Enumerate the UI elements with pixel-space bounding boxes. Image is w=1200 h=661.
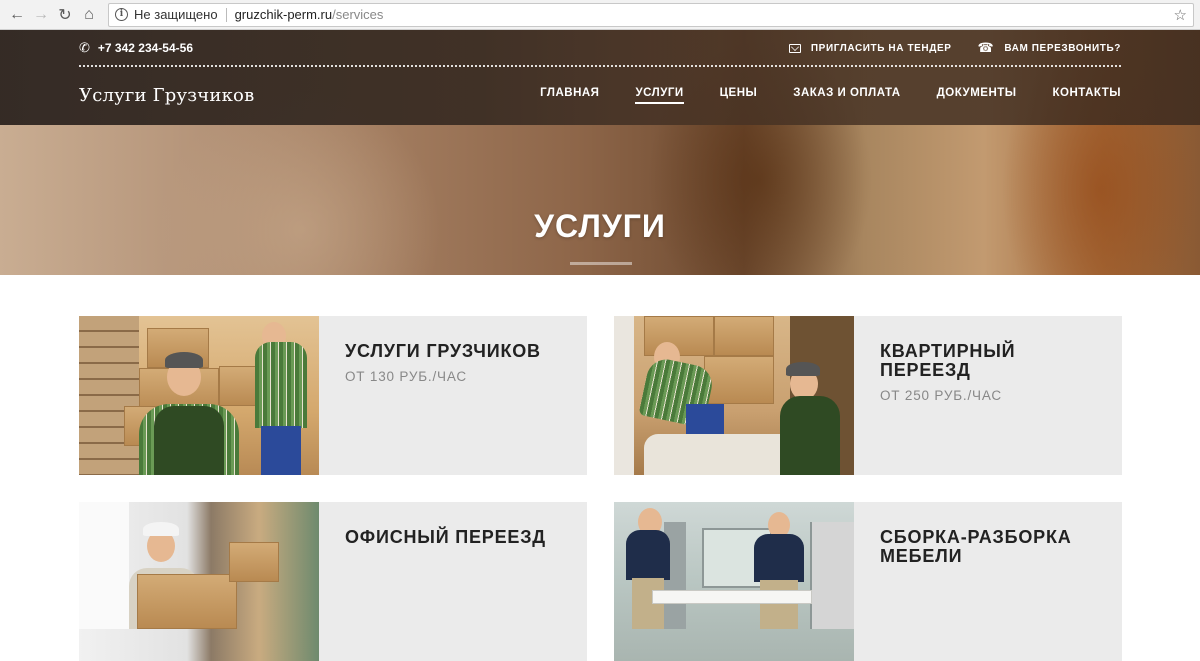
url-path: /services <box>332 7 384 22</box>
service-card-office-move[interactable]: ОФИСНЫЙ ПЕРЕЕЗД <box>79 502 587 661</box>
service-title[interactable]: КВАРТИРНЫЙ ПЕРЕЕЗД <box>880 342 1096 380</box>
page-title: УСЛУГИ <box>534 208 666 244</box>
office-move-photo <box>79 502 319 661</box>
service-title[interactable]: ОФИСНЫЙ ПЕРЕЕЗД <box>345 528 546 547</box>
card-body: СБОРКА-РАЗБОРКА МЕБЕЛИ <box>854 502 1122 661</box>
title-underline <box>570 262 632 265</box>
tender-label: ПРИГЛАСИТЬ НА ТЕНДЕР <box>810 42 952 54</box>
service-price: ОТ 130 РУБ./ЧАС <box>345 368 467 384</box>
back-arrow-icon[interactable]: ← <box>6 4 28 26</box>
menu-item-services[interactable]: УСЛУГИ <box>635 87 684 104</box>
security-status[interactable]: Не защищено <box>134 7 218 22</box>
info-icon[interactable]: i <box>115 8 128 21</box>
topbar-links: ПРИГЛАСИТЬ НА ТЕНДЕР ☎ ВАМ ПЕРЕЗВОНИТЬ? <box>788 40 1121 56</box>
phone-icon: ✆ <box>79 40 90 55</box>
callback-phone-icon: ☎ <box>977 40 995 55</box>
address-bar[interactable]: i Не защищено gruzchik-perm.ru/services … <box>108 2 1194 27</box>
callback-label: ВАМ ПЕРЕЗВОНИТЬ? <box>1004 42 1121 54</box>
furniture-assembly-photo <box>614 502 854 661</box>
menu-item-prices[interactable]: ЦЕНЫ <box>720 87 758 104</box>
service-title[interactable]: УСЛУГИ ГРУЗЧИКОВ <box>345 342 541 361</box>
url-host: gruzchik-perm.ru <box>234 7 333 22</box>
card-body: УСЛУГИ ГРУЗЧИКОВ ОТ 130 РУБ./ЧАС <box>319 316 567 475</box>
forward-arrow-icon[interactable]: → <box>30 4 52 26</box>
menu-item-home[interactable]: ГЛАВНАЯ <box>540 87 599 104</box>
menu-item-documents[interactable]: ДОКУМЕНТЫ <box>937 87 1017 104</box>
site-logo[interactable]: Услуги Грузчиков <box>79 85 254 106</box>
service-card-movers[interactable]: УСЛУГИ ГРУЗЧИКОВ ОТ 130 РУБ./ЧАС <box>79 316 587 475</box>
browser-toolbar: ← → ↻ ⌂ i Не защищено gruzchik-perm.ru/s… <box>0 0 1200 30</box>
menu-item-order-payment[interactable]: ЗАКАЗ И ОПЛАТА <box>793 87 900 104</box>
menu-item-contacts[interactable]: КОНТАКТЫ <box>1053 87 1121 104</box>
tender-link[interactable]: ПРИГЛАСИТЬ НА ТЕНДЕР <box>788 42 952 54</box>
callback-link[interactable]: ☎ ВАМ ПЕРЕЗВОНИТЬ? <box>978 40 1121 56</box>
topbar: ✆ +7 342 234-54-56 ПРИГЛАСИТЬ НА ТЕНДЕР … <box>79 30 1121 66</box>
services-grid: УСЛУГИ ГРУЗЧИКОВ ОТ 130 РУБ./ЧАС КВАРТИР… <box>79 316 1122 661</box>
divider <box>225 7 227 22</box>
home-icon[interactable]: ⌂ <box>78 4 100 26</box>
apartment-move-photo <box>614 316 854 475</box>
movers-photo <box>79 316 319 475</box>
service-card-furniture-assembly[interactable]: СБОРКА-РАЗБОРКА МЕБЕЛИ <box>614 502 1122 661</box>
mail-icon <box>788 43 801 53</box>
main-navbar: Услуги Грузчиков ГЛАВНАЯ УСЛУГИ ЦЕНЫ ЗАК… <box>79 66 1121 125</box>
main-menu: ГЛАВНАЯ УСЛУГИ ЦЕНЫ ЗАКАЗ И ОПЛАТА ДОКУМ… <box>540 87 1121 104</box>
bookmark-star-icon[interactable]: ☆ <box>1174 6 1187 24</box>
service-title[interactable]: СБОРКА-РАЗБОРКА МЕБЕЛИ <box>880 528 1096 566</box>
service-price: ОТ 250 РУБ./ЧАС <box>880 387 1002 403</box>
card-body: ОФИСНЫЙ ПЕРЕЕЗД <box>319 502 572 661</box>
reload-icon[interactable]: ↻ <box>54 4 76 26</box>
card-body: КВАРТИРНЫЙ ПЕРЕЕЗД ОТ 250 РУБ./ЧАС <box>854 316 1122 475</box>
service-card-apartment-move[interactable]: КВАРТИРНЫЙ ПЕРЕЕЗД ОТ 250 РУБ./ЧАС <box>614 316 1122 475</box>
phone-number[interactable]: +7 342 234-54-56 <box>98 41 193 55</box>
hero-banner: ✆ +7 342 234-54-56 ПРИГЛАСИТЬ НА ТЕНДЕР … <box>0 30 1200 275</box>
